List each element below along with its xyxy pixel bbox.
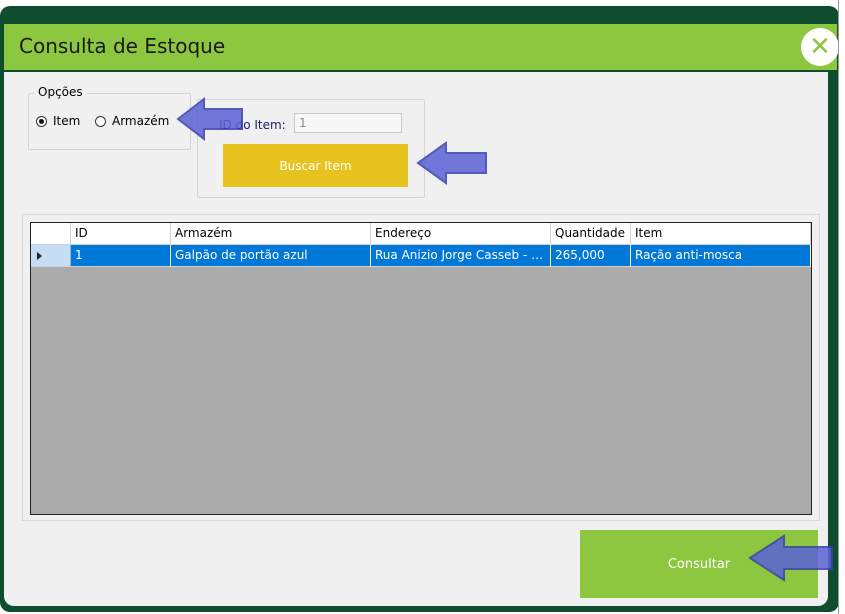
options-group: Opções Item Armazém <box>28 85 191 150</box>
radio-armazem[interactable]: Armazém <box>95 114 169 128</box>
buscar-item-button[interactable]: Buscar Item <box>223 144 408 187</box>
radio-item[interactable]: Item <box>36 114 80 128</box>
close-button[interactable]: ✕ <box>801 28 839 66</box>
id-item-input[interactable] <box>294 113 402 133</box>
radio-armazem-label: Armazém <box>112 114 170 128</box>
window-title: Consulta de Estoque <box>19 34 226 58</box>
cell-armazem[interactable]: Galpão de portão azul <box>171 245 371 267</box>
col-header-item[interactable]: Item <box>631 223 811 245</box>
radio-item-label: Item <box>53 114 81 128</box>
col-header-quantidade[interactable]: Quantidade <box>551 223 631 245</box>
consulta-estoque-dialog: Consulta de Estoque ✕ Opções Item Armazé… <box>0 6 839 612</box>
cell-quantidade[interactable]: 265,000 <box>551 245 631 267</box>
cell-id[interactable]: 1 <box>71 245 171 267</box>
row-selector-icon[interactable] <box>31 245 71 267</box>
title-bar: Consulta de Estoque ✕ <box>4 24 839 70</box>
background-app-edge <box>838 0 845 614</box>
estoque-grid[interactable]: ID Armazém Endereço Quantidade Item 1 Ga… <box>30 222 812 515</box>
annotation-arrow-icon <box>748 534 833 582</box>
grid-corner <box>31 223 71 245</box>
options-legend: Opções <box>35 85 86 99</box>
table-row[interactable]: 1 Galpão de portão azul Rua Anizio Jorge… <box>31 245 811 267</box>
radio-armazem-dot <box>95 115 106 127</box>
radio-item-dot <box>36 115 47 127</box>
col-header-armazem[interactable]: Armazém <box>171 223 371 245</box>
cell-item[interactable]: Ração anti-mosca <box>631 245 811 267</box>
grid-frame: ID Armazém Endereço Quantidade Item 1 Ga… <box>22 214 820 521</box>
annotation-arrow-icon <box>176 96 243 142</box>
cell-endereco[interactable]: Rua Anizio Jorge Casseb - 4... <box>371 245 551 267</box>
close-icon: ✕ <box>809 32 831 62</box>
annotation-arrow-icon <box>416 141 487 185</box>
grid-header: ID Armazém Endereço Quantidade Item <box>31 223 811 245</box>
col-header-id[interactable]: ID <box>71 223 171 245</box>
col-header-endereco[interactable]: Endereço <box>371 223 551 245</box>
